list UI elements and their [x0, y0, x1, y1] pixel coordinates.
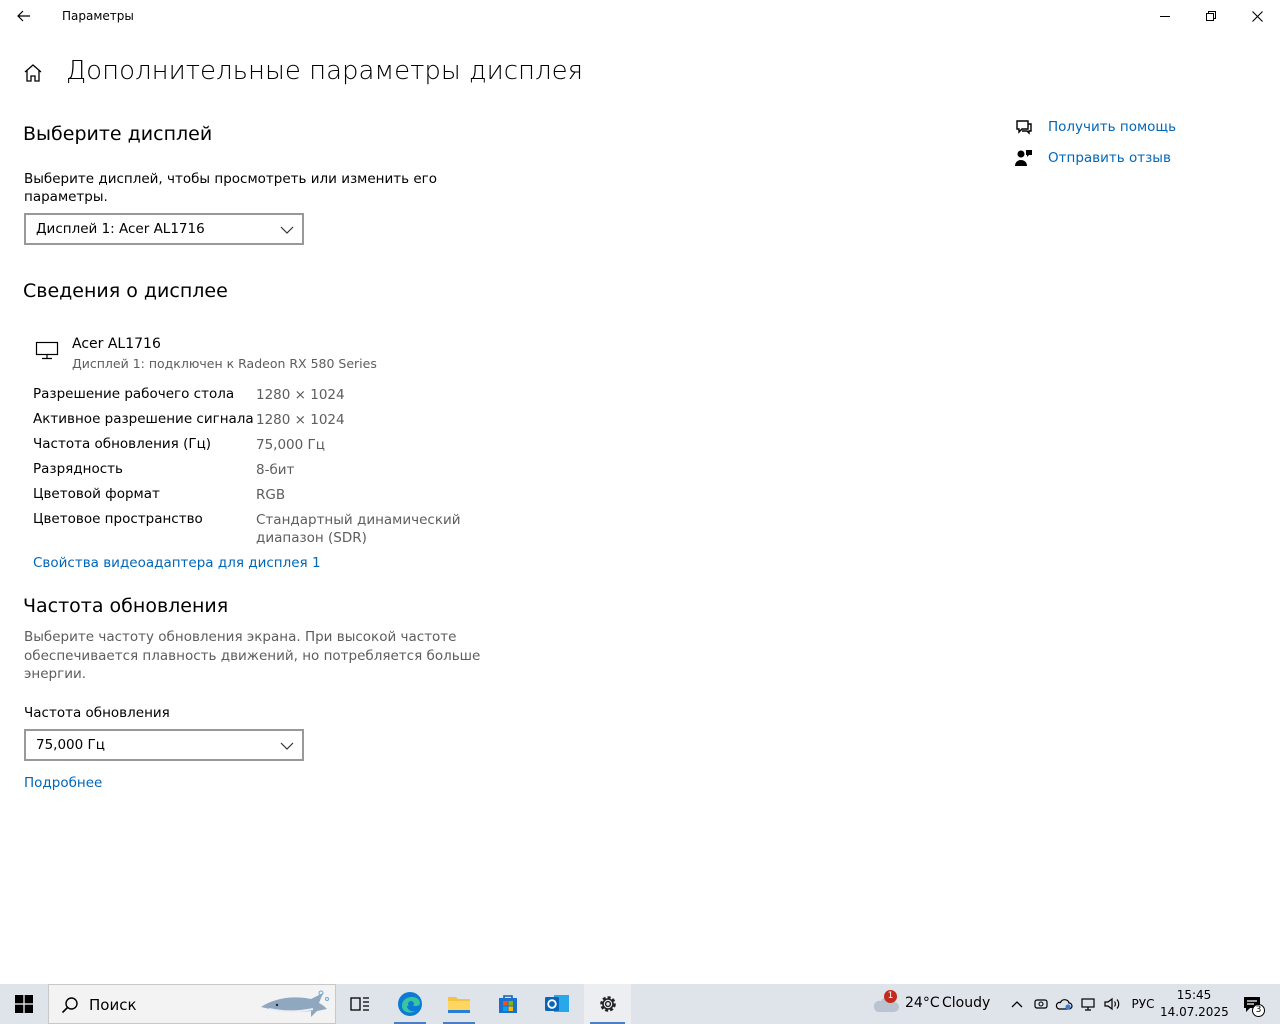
refresh-rate-description-1: Выберите частоту обновления экрана. При …: [24, 629, 457, 645]
task-view-button[interactable]: [338, 984, 382, 1024]
refresh-rate-description-2: обеспечивается плавность движений, но по…: [24, 648, 481, 664]
home-icon: [24, 64, 42, 82]
network-icon: [1081, 998, 1095, 1011]
taskbar-store-button[interactable]: [486, 984, 530, 1024]
minimize-button[interactable]: [1142, 0, 1188, 32]
weather-widget[interactable]: 1 24°C Cloudy: [870, 984, 990, 1024]
back-button[interactable]: [8, 4, 40, 28]
learn-more-link[interactable]: Подробнее: [24, 775, 102, 791]
help-chat-icon: [1016, 120, 1032, 135]
taskbar-search-box[interactable]: Поиск: [48, 984, 336, 1024]
select-display-heading: Выберите дисплей: [23, 123, 213, 145]
meet-now-icon: [1034, 999, 1048, 1009]
feedback-person-icon: [1015, 150, 1032, 166]
chevron-up-icon: [1011, 1001, 1023, 1008]
file-explorer-icon: [448, 997, 470, 1013]
info-row-refresh-rate: Частота обновления (Гц) 75,000 Гц: [33, 436, 473, 456]
clock-time: 15:45: [1176, 988, 1212, 1002]
info-value: 1280 × 1024: [256, 412, 345, 428]
refresh-rate-dropdown[interactable]: 75,000 Гц: [24, 729, 304, 761]
taskbar: Поиск 1 24°C Cloudy РУС 15:45 14.07.2025…: [0, 984, 1280, 1024]
language-text: РУС: [1131, 997, 1155, 1011]
taskbar-edge-button[interactable]: [388, 984, 432, 1024]
info-label: Разрешение рабочего стола: [33, 386, 235, 402]
monitor-connection: Дисплей 1: подключен к Radeon RX 580 Ser…: [72, 356, 377, 371]
adapter-properties-link[interactable]: Свойства видеоадаптера для дисплея 1: [33, 555, 321, 571]
send-feedback-text: Отправить отзыв: [1048, 150, 1171, 166]
get-help-link[interactable]: Получить помощь: [1014, 117, 1214, 139]
select-display-description-2: параметры.: [24, 189, 108, 205]
weather-alert-badge: 1: [884, 990, 897, 1003]
chevron-down-icon: [280, 742, 294, 750]
page-title: Дополнительные параметры дисплея: [66, 56, 584, 86]
weather-temperature: 24°C: [905, 995, 940, 1011]
display-select-dropdown[interactable]: Дисплей 1: Acer AL1716: [24, 213, 304, 245]
settings-window: Параметры Дополнительные параметры диспл…: [0, 0, 1280, 984]
clock[interactable]: 15:45 14.07.2025: [1160, 987, 1229, 1021]
get-help-text: Получить помощь: [1048, 119, 1177, 135]
notification-count-badge: 3: [1252, 1004, 1265, 1017]
clock-date: 14.07.2025: [1160, 1005, 1229, 1019]
display-select-value: Дисплей 1: Acer AL1716: [36, 221, 205, 237]
shark-decoration-icon: [261, 990, 329, 1017]
microsoft-store-icon: [499, 995, 517, 1013]
refresh-rate-heading: Частота обновления: [23, 595, 229, 617]
network-button[interactable]: [1078, 984, 1098, 1024]
taskbar-explorer-button[interactable]: [437, 984, 481, 1024]
info-value: RGB: [256, 487, 286, 503]
restore-icon: [1206, 11, 1216, 21]
info-label: Частота обновления (Гц): [33, 436, 212, 452]
info-value: 1280 × 1024: [256, 387, 345, 403]
close-button[interactable]: [1234, 0, 1280, 32]
task-view-icon: [350, 997, 369, 1011]
taskbar-outlook-button[interactable]: [535, 984, 579, 1024]
taskbar-settings-button[interactable]: [584, 984, 631, 1024]
monitor-icon: [35, 340, 59, 360]
select-display-description-1: Выберите дисплей, чтобы просмотреть или …: [24, 171, 438, 187]
search-icon: [61, 997, 78, 1014]
chevron-down-icon: [280, 226, 294, 234]
show-hidden-icons-button[interactable]: [1007, 984, 1027, 1024]
cloud-sync-icon: [1055, 999, 1073, 1010]
info-value: 75,000 Гц: [256, 437, 325, 453]
back-arrow-icon: [17, 10, 30, 22]
restore-button[interactable]: [1188, 0, 1234, 32]
info-row-active-resolution: Активное разрешение сигнала 1280 × 1024: [33, 411, 473, 431]
home-button[interactable]: [22, 62, 46, 86]
meet-now-button[interactable]: [1031, 984, 1051, 1024]
refresh-rate-field-label: Частота обновления: [24, 705, 170, 721]
start-button[interactable]: [0, 984, 48, 1024]
send-feedback-link[interactable]: Отправить отзыв: [1014, 148, 1214, 170]
window-title: Параметры: [62, 9, 134, 23]
info-label: Цветовой формат: [33, 486, 160, 502]
info-label: Цветовое пространство: [33, 511, 203, 527]
monitor-name: Acer AL1716: [72, 336, 161, 352]
speaker-icon: [1104, 997, 1120, 1011]
info-row-color-space: Цветовое пространство Стандартный динами…: [33, 511, 473, 551]
edge-browser-icon: [398, 992, 422, 1016]
onedrive-button[interactable]: [1054, 984, 1074, 1024]
weather-description: Cloudy: [942, 995, 991, 1011]
display-info-heading: Сведения о дисплее: [23, 280, 228, 302]
info-row-bit-depth: Разрядность 8-бит: [33, 461, 473, 481]
minimize-icon: [1160, 16, 1170, 17]
volume-button[interactable]: [1102, 984, 1122, 1024]
info-value: 8-бит: [256, 462, 295, 478]
windows-logo-icon: [15, 995, 33, 1013]
language-indicator[interactable]: РУС: [1128, 984, 1158, 1024]
info-label: Активное разрешение сигнала: [33, 411, 254, 427]
info-value: Стандартный динамический диапазон (SDR): [256, 512, 461, 546]
info-row-color-format: Цветовой формат RGB: [33, 486, 473, 506]
refresh-rate-value: 75,000 Гц: [36, 737, 105, 753]
search-placeholder: Поиск: [89, 996, 137, 1014]
notification-center-button[interactable]: 3: [1232, 984, 1272, 1024]
info-row-desktop-resolution: Разрешение рабочего стола 1280 × 1024: [33, 386, 473, 406]
refresh-rate-description-3: энергии.: [24, 666, 87, 682]
info-label: Разрядность: [33, 461, 123, 477]
title-bar: Параметры: [0, 0, 1280, 32]
close-icon: [1251, 10, 1263, 22]
outlook-icon: [545, 995, 569, 1012]
gear-icon: [599, 996, 616, 1012]
